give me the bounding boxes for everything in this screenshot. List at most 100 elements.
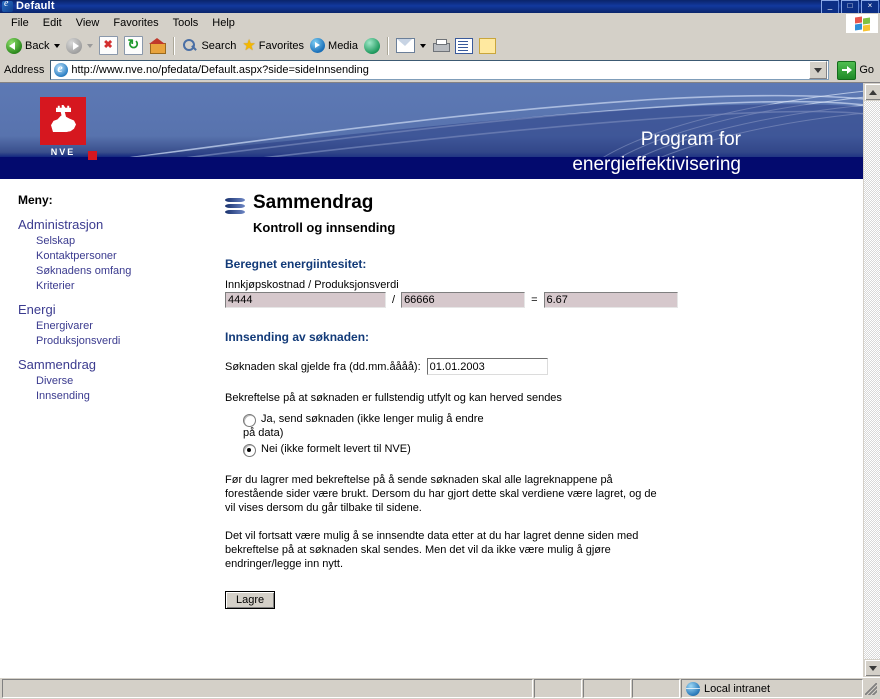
forward-chevron-down-icon[interactable] [87,43,94,48]
sidebar-group-administrasjon[interactable]: Administrasjon [18,217,213,232]
history-button[interactable] [361,35,383,57]
search-button[interactable]: Search [179,35,239,57]
edit-icon [455,37,473,54]
favorites-button[interactable]: ★ Favorites [239,35,307,57]
address-input[interactable]: http://www.nve.no/pfedata/Default.aspx?s… [50,60,830,80]
radio-option-yes[interactable]: Ja, send søknaden (ikke lenger mulig å e… [225,412,847,440]
sidebar-group-energi[interactable]: Energi [18,302,213,317]
radio-no-icon[interactable] [243,444,256,457]
status-zone: Local intranet [681,679,863,698]
formula-row: / = [225,292,847,308]
menu-heading: Meny: [18,193,53,207]
sidebar-item-diverse[interactable]: Diverse [36,375,213,387]
chevron-down-icon [814,67,823,73]
forward-icon [66,37,83,54]
back-icon [6,37,22,54]
main-panel: Sammendrag Kontroll og innsending Beregn… [213,179,863,677]
equals-operator: = [531,294,538,306]
scroll-up-button[interactable] [864,83,880,101]
window-title: Default [16,0,55,12]
sidebar-item-selskap[interactable]: Selskap [36,235,213,247]
resize-grip[interactable] [864,682,878,696]
media-button[interactable]: Media [307,35,361,57]
menu-edit[interactable]: Edit [36,15,69,31]
page-viewport: NVE Program for energieffektivisering Me… [0,82,880,677]
divide-operator: / [392,294,396,306]
save-button[interactable]: Lagre [225,591,276,609]
formula-header: Innkjøpskostnad / Produksjonsverdi [225,279,399,291]
section-label-energiintensitet: Beregnet energiintesitet: [225,257,367,271]
status-cell-2 [583,679,631,698]
back-button[interactable]: Back [3,35,63,57]
sidebar-item-kriterier[interactable]: Kriterier [36,280,213,292]
sidebar-item-innsending[interactable]: Innsending [36,390,213,402]
address-dropdown-button[interactable] [809,61,828,79]
go-icon [837,60,857,80]
sidebar-group-sammendrag[interactable]: Sammendrag [18,357,213,372]
info-paragraph-2: Det vil fortsatt være mulig å se innsend… [225,530,639,570]
stop-icon [99,36,119,55]
date-input[interactable] [426,358,548,375]
scroll-down-button[interactable] [864,659,880,677]
banner-title-line2: energieffektivisering [572,154,741,175]
go-button[interactable]: Go [833,60,878,80]
status-zone-label: Local intranet [704,682,771,695]
info-paragraph-1: Før du lagrer med bekreftelse på å sende… [225,474,657,514]
sidebar-item-soknadens-omfang[interactable]: Søknadens omfang [36,265,213,277]
browser-window: Default _ □ × File Edit View Favorites T… [0,0,880,699]
print-button[interactable] [429,35,452,57]
notes-icon [479,37,496,54]
ie-icon [54,61,69,77]
title-bar: Default _ □ × [0,0,880,14]
maximize-button[interactable]: □ [841,0,859,14]
menu-tools[interactable]: Tools [166,15,206,31]
forward-button[interactable] [63,35,96,57]
radio-option-no[interactable]: Nei (ikke formelt levert til NVE) [225,442,847,457]
banner-title-line1: Program for [640,129,741,150]
star-icon: ★ [242,37,256,54]
back-chevron-down-icon[interactable] [54,43,61,48]
edit-button[interactable] [452,35,476,57]
chevron-up-icon [869,89,877,95]
address-label: Address [4,64,45,76]
sidebar-item-energivarer[interactable]: Energivarer [36,320,213,332]
menu-view[interactable]: View [69,15,107,31]
menu-help[interactable]: Help [205,15,242,31]
stop-button[interactable] [96,35,121,57]
page-title-row: Sammendrag [225,193,847,216]
status-bar: Local intranet [0,677,880,699]
radio-yes-icon[interactable] [243,414,256,427]
home-button[interactable] [146,35,169,57]
numerator-field[interactable] [225,292,386,308]
chevron-down-icon [869,665,877,671]
section-label-innsending: Innsending av søknaden: [225,330,370,344]
search-icon [182,38,198,54]
refresh-button[interactable] [121,35,146,57]
sidebar-menu: Meny: Administrasjon Selskap Kontaktpers… [0,179,213,677]
minimize-button[interactable]: _ [821,0,839,14]
globe-icon [686,681,700,696]
history-icon [364,37,380,54]
sidebar-item-kontaktpersoner[interactable]: Kontaktpersoner [36,250,213,262]
close-button[interactable]: × [861,0,879,14]
window-controls: _ □ × [821,0,879,14]
menu-file[interactable]: File [4,15,36,31]
denominator-field[interactable] [401,292,526,308]
status-message [2,679,533,698]
radio-yes-label: Ja, send søknaden (ikke lenger mulig å e… [243,412,484,440]
ie-icon [2,1,13,12]
discuss-button[interactable] [476,35,499,57]
address-bar: Address http://www.nve.no/pfedata/Defaul… [0,59,880,82]
page-subtitle: Kontroll og innsending [253,220,396,235]
date-row: Søknaden skal gjelde fra (dd.mm.åååå): [225,358,847,375]
media-icon [310,38,326,53]
sidebar-item-produksjonsverdi[interactable]: Produksjonsverdi [36,335,213,347]
site-banner: NVE Program for energieffektivisering [0,83,863,179]
content-area: Meny: Administrasjon Selskap Kontaktpers… [0,179,863,677]
back-label: Back [25,39,50,52]
vertical-scrollbar[interactable] [863,83,880,677]
mail-button[interactable] [393,35,429,57]
mail-chevron-down-icon[interactable] [420,43,426,48]
result-field[interactable] [543,292,678,308]
menu-favorites[interactable]: Favorites [106,15,165,31]
